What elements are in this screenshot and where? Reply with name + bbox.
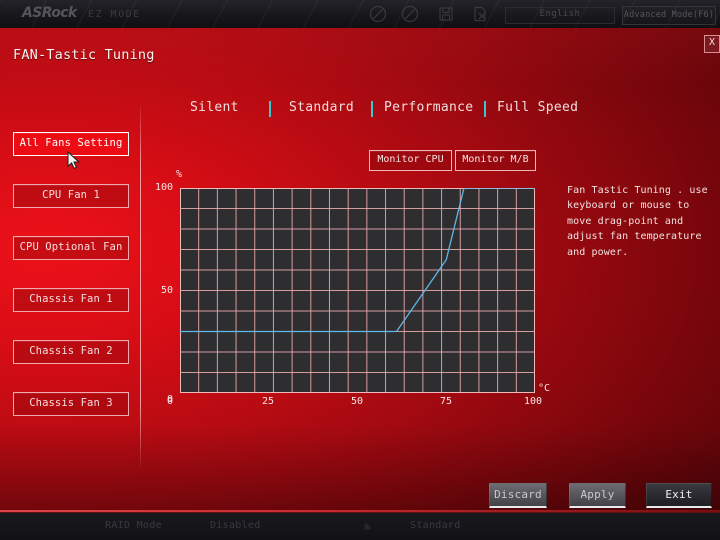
close-icon[interactable]: X [704,35,720,53]
fan-icon [360,519,375,534]
exit-label: Exit [665,488,693,501]
close-label: X [708,37,716,48]
preset-performance[interactable]: Performance [384,100,473,119]
discard-label: Discard [494,488,542,501]
no-entry-icon[interactable] [368,4,388,24]
asrock-logo: ASRock [22,5,77,21]
ez-mode-label: EZ MODE [88,9,141,20]
apply-label: Apply [580,488,615,501]
monitor-mb-label: Monitor M/B [462,154,529,165]
sidebar-item-label: Chassis Fan 1 [29,293,113,305]
raid-mode-value: Disabled [210,520,261,531]
x-tick-0: 0 [167,396,174,407]
advanced-mode-label: Advanced Mode(F6) [623,10,715,20]
dialog-bottom-accent [0,510,720,512]
sidebar-item-chassis-fan-2[interactable]: Chassis Fan 2 [13,340,129,364]
monitor-cpu-label: Monitor CPU [377,154,444,165]
language-label: English [539,9,581,19]
preset-silent[interactable]: Silent [190,100,239,119]
apply-button[interactable]: Apply [569,483,626,508]
fan-tastic-tuning-dialog: FAN-Tastic Tuning X All Fans Setting CPU… [0,28,720,512]
fan-curve-chart[interactable] [180,188,535,393]
x-tick-25: 25 [262,396,275,407]
no-entry-icon[interactable] [400,4,420,24]
bios-screen: ASRock EZ MODE English Advanced Mode(F6)… [0,0,720,540]
language-selector[interactable]: English [505,7,615,24]
sidebar-item-label: Chassis Fan 2 [29,345,113,357]
preset-full-speed[interactable]: Full Speed [497,100,578,119]
sidebar-item-cpu-fan-1[interactable]: CPU Fan 1 [13,184,129,208]
x-axis-unit-label: °C [538,383,551,394]
mouse-cursor [67,150,80,174]
sidebar-item-label: CPU Fan 1 [42,189,100,201]
sidebar-divider [140,100,141,471]
preset-separator [484,101,486,117]
sidebar-item-label: CPU Optional Fan [19,241,123,253]
sidebar-item-chassis-fan-1[interactable]: Chassis Fan 1 [13,288,129,312]
x-tick-75: 75 [440,396,453,407]
x-tick-100: 100 [524,396,543,407]
preset-separator [371,101,373,117]
top-bar: ASRock EZ MODE English Advanced Mode(F6) [0,0,720,29]
sidebar-item-chassis-fan-3[interactable]: Chassis Fan 3 [13,392,129,416]
y-tick-100: 100 [154,182,173,193]
exit-button[interactable]: Exit [646,483,712,508]
y-axis-unit-label: % [176,169,183,180]
preset-standard[interactable]: Standard [289,100,354,119]
x-tick-50: 50 [351,396,364,407]
help-text: Fan Tastic Tuning . use keyboard or mous… [567,185,708,258]
sidebar-item-label: Chassis Fan 3 [29,397,113,409]
discard-button[interactable]: Discard [489,483,547,508]
fan-curve-line[interactable] [180,188,535,393]
sidebar-item-cpu-optional-fan[interactable]: CPU Optional Fan [13,236,129,260]
profile-value: Standard [410,520,461,531]
advanced-mode-button[interactable]: Advanced Mode(F6) [622,6,716,25]
y-tick-50: 50 [160,285,173,296]
preset-separator [269,101,271,117]
sidebar-item-label: All Fans Setting [19,137,123,149]
document-x-icon[interactable] [470,4,490,24]
page-title: FAN-Tastic Tuning [13,47,155,63]
raid-mode-label: RAID Mode [105,520,162,531]
monitor-cpu-button[interactable]: Monitor CPU [369,150,452,171]
floppy-save-icon[interactable] [436,4,456,24]
monitor-mb-button[interactable]: Monitor M/B [455,150,536,171]
